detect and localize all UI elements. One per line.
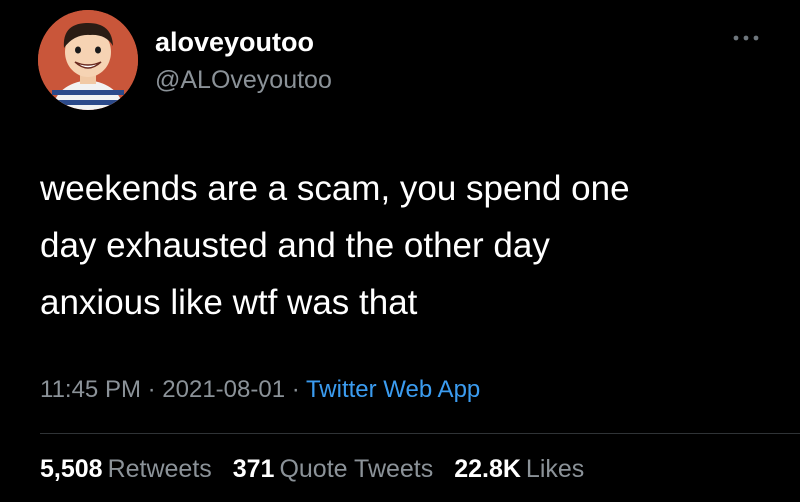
- more-horizontal-icon: [733, 35, 759, 41]
- retweets-count: 5,508: [40, 455, 103, 483]
- user-handle[interactable]: @ALOveyoutoo: [155, 66, 332, 95]
- divider: [40, 433, 800, 434]
- tweet-date[interactable]: 2021-08-01: [162, 376, 285, 403]
- tweet-time[interactable]: 11:45 PM: [40, 376, 141, 403]
- meta-separator: ·: [140, 376, 163, 403]
- more-options-button[interactable]: [730, 28, 762, 48]
- cartoon-avatar-icon: [38, 10, 138, 110]
- tweet-metadata: 11:45 PM · 2021-08-01 · Twitter Web App: [40, 376, 480, 404]
- tweet-text: weekends are a scam, you spend one day e…: [40, 169, 630, 322]
- avatar[interactable]: [38, 10, 138, 110]
- meta-separator: ·: [285, 376, 306, 403]
- retweets-stat[interactable]: 5,508 Retweets: [40, 455, 212, 483]
- tweet-card: aloveyoutoo @ALOveyoutoo weekends are a …: [0, 0, 800, 502]
- display-name[interactable]: aloveyoutoo: [155, 27, 314, 58]
- quote-tweets-count: 371: [232, 455, 275, 483]
- quote-tweets-label: Quote Tweets: [279, 455, 434, 483]
- retweets-label: Retweets: [107, 455, 212, 483]
- quote-tweets-stat[interactable]: 371 Quote Tweets: [233, 455, 434, 483]
- likes-stat[interactable]: 22.8K Likes: [454, 455, 584, 483]
- likes-label: Likes: [525, 455, 585, 483]
- engagement-stats: 5,508 Retweets 371 Quote Tweets 22.8K Likes: [40, 455, 598, 484]
- likes-count: 22.8K: [454, 455, 521, 483]
- tweet-source-link[interactable]: Twitter Web App: [306, 376, 480, 403]
